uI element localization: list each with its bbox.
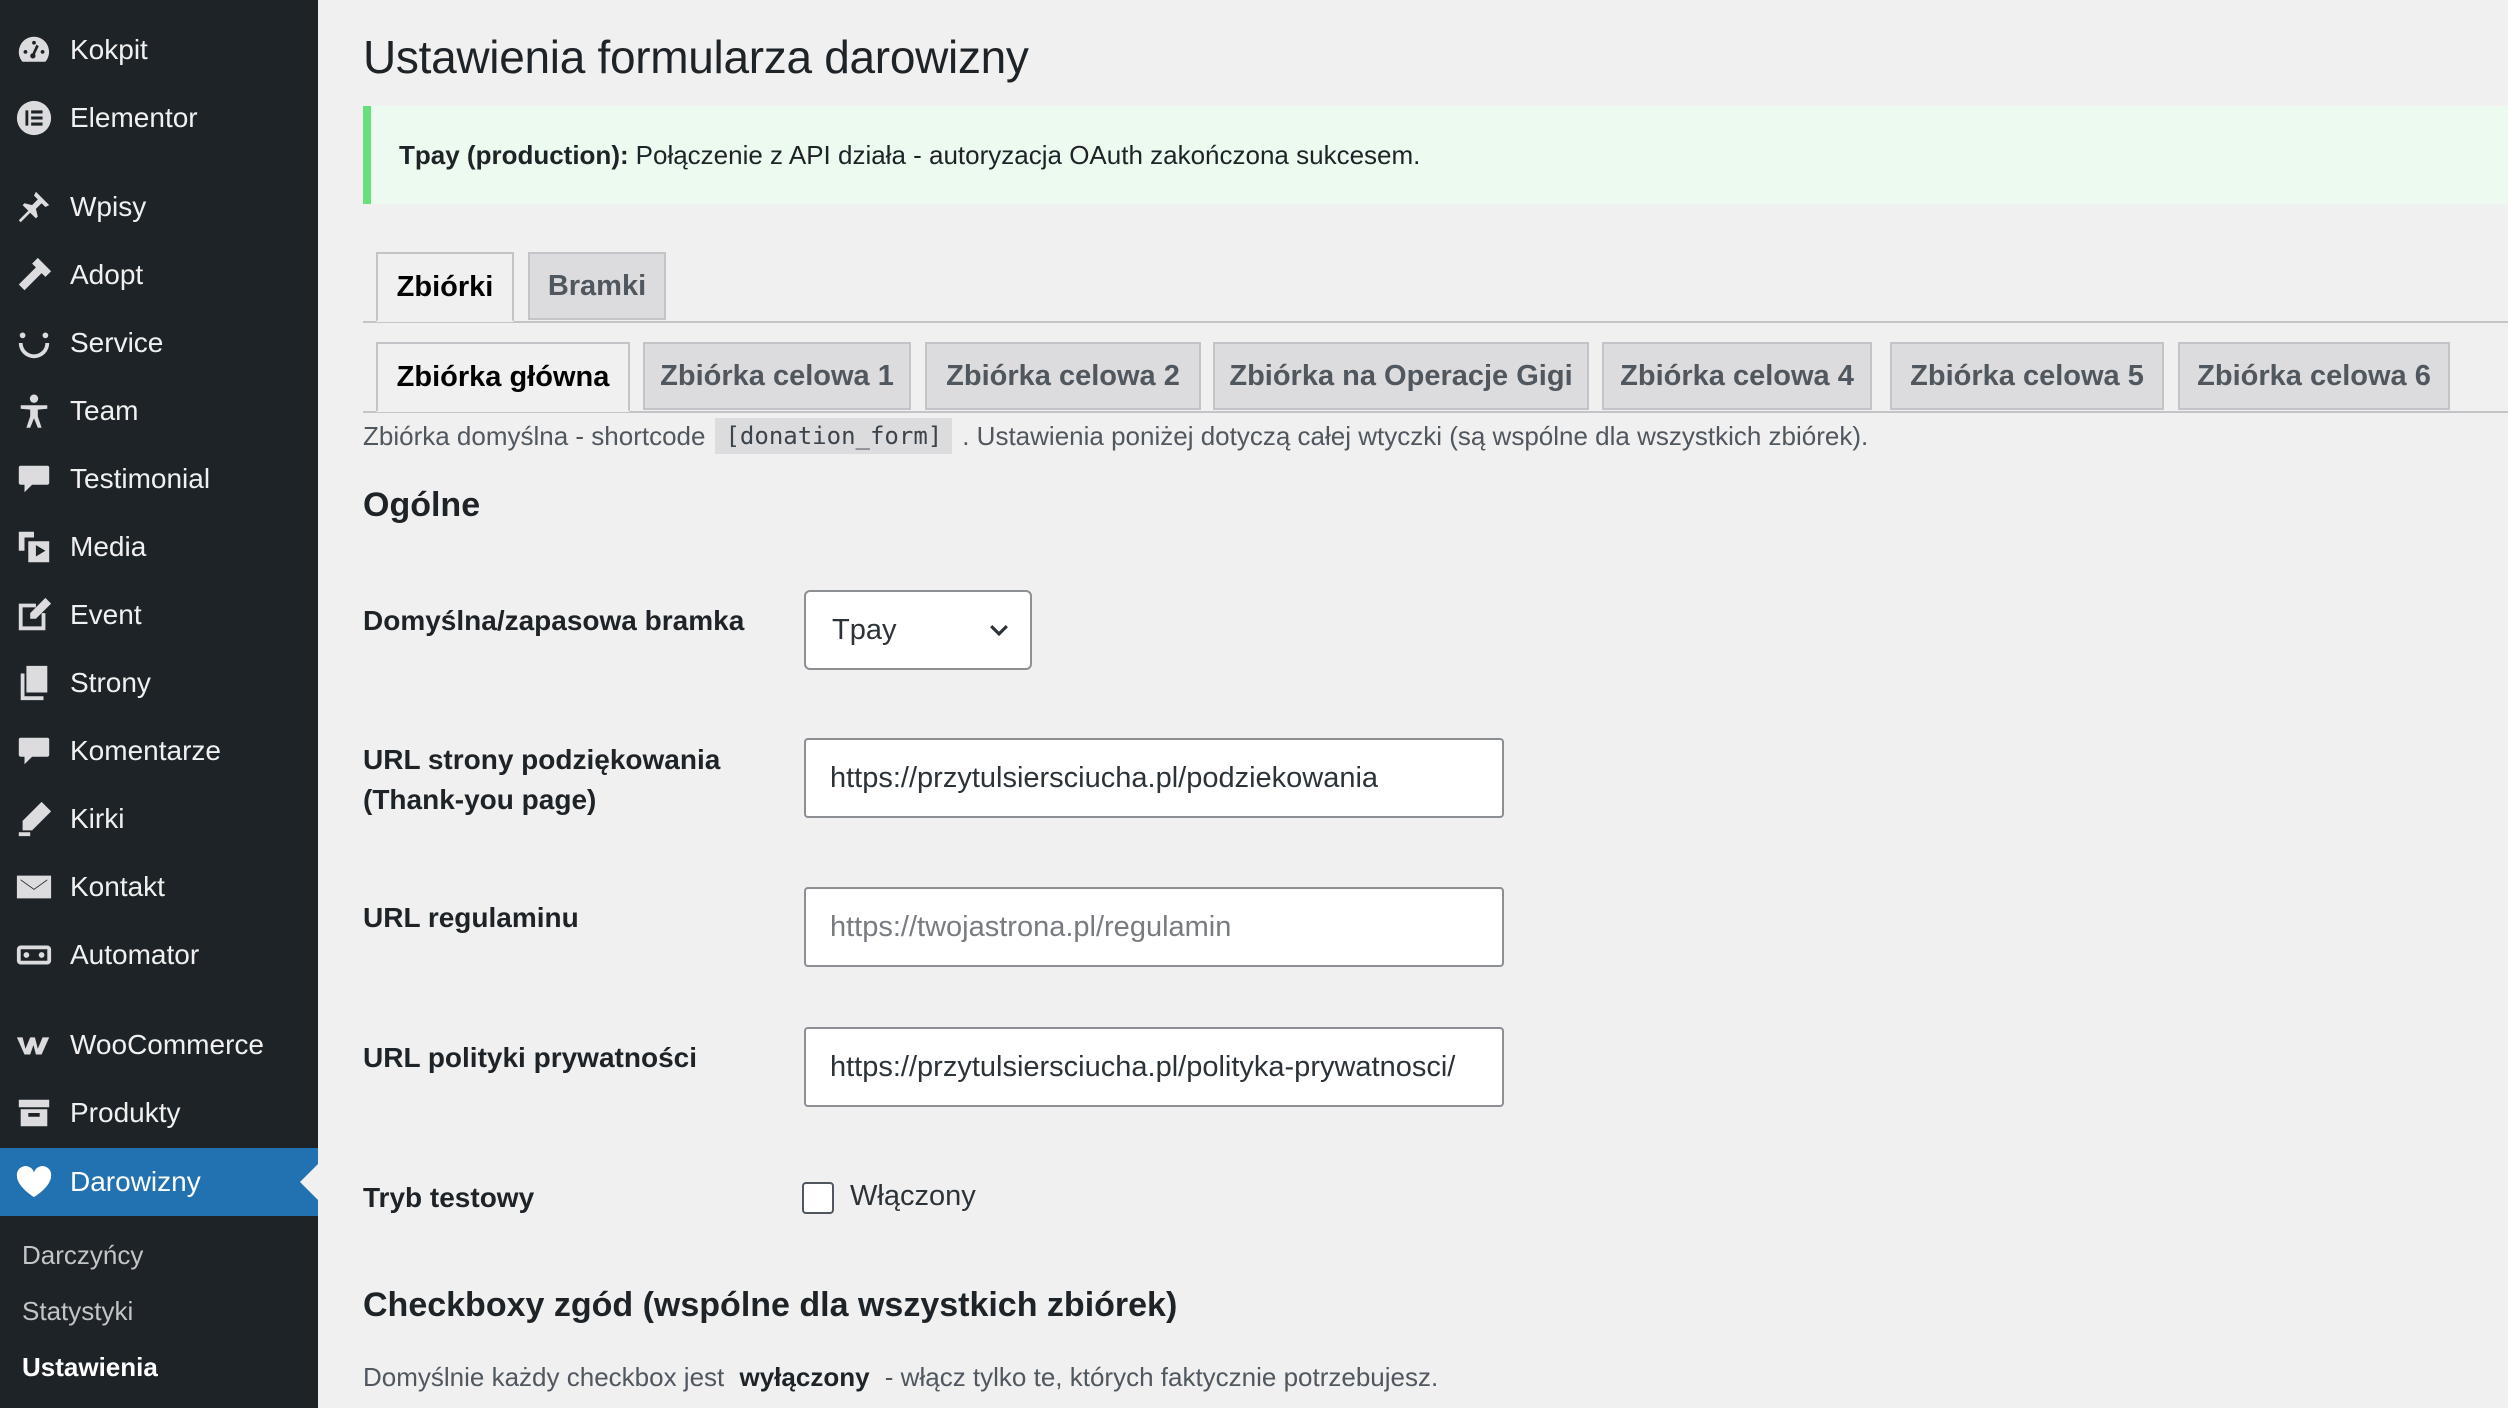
smile-icon [14, 323, 54, 363]
dashboard-icon [14, 30, 54, 70]
notice-gateway: Tpay (production): [399, 139, 629, 170]
consents-desc-before: Domyślnie każdy checkbox jest [363, 1362, 725, 1392]
tab-zbiorki[interactable]: Zbiórki [376, 252, 514, 322]
test-mode-checkbox-label[interactable]: Włączony [850, 1180, 976, 1213]
menu-item-media[interactable]: Media [0, 518, 318, 576]
menu-item-kirki[interactable]: Kirki [0, 790, 318, 848]
menu-item-wpisy[interactable]: Wpisy [0, 178, 318, 236]
menu-item-komentarze[interactable]: Komentarze [0, 722, 318, 780]
menu-item-strony[interactable]: Strony [0, 654, 318, 712]
menu-item-woocommerce[interactable]: WooCommerce [0, 1016, 318, 1074]
menu-item-service[interactable]: Service [0, 314, 318, 372]
menu-item-label: Team [70, 395, 139, 426]
menu-item-produkty[interactable]: Produkty [0, 1084, 318, 1142]
menu-item-kokpit[interactable]: Kokpit [0, 21, 318, 79]
tab-zbiorka-glowna[interactable]: Zbiórka główna [376, 342, 630, 412]
edit-icon [14, 595, 54, 635]
menu-item-label: Media [70, 531, 147, 562]
woocommerce-icon [14, 1025, 54, 1065]
submenu-item-ustawienia[interactable]: Ustawienia [22, 1352, 158, 1383]
menu-item-label: Event [70, 599, 142, 630]
test-mode-label: Tryb testowy [363, 1182, 535, 1213]
desc-after: . Ustawienia poniżej dotyczą całej wtycz… [962, 420, 1869, 451]
menu-item-label: Testimonial [70, 463, 211, 494]
collection-description: Zbiórka domyślna - shortcode [donation_f… [363, 418, 1868, 454]
kirki-icon [14, 799, 54, 839]
menu-item-label: WooCommerce [70, 1029, 264, 1060]
consents-description: Domyślnie każdy checkbox jest wyłączony … [363, 1362, 1446, 1393]
gateway-select-value: Tpay [832, 613, 897, 646]
menu-item-label: Kirki [70, 803, 125, 834]
main-content: Ustawienia formularza darowizny Tpay (pr… [318, 0, 2508, 1408]
menu-item-label: Kontakt [70, 871, 165, 902]
speech-bubble-icon [14, 459, 54, 499]
menu-item-label: Produkty [70, 1097, 181, 1128]
media-icon [14, 527, 54, 567]
menu-item-elementor[interactable]: Elementor [0, 89, 318, 147]
menu-item-label: Automator [70, 939, 200, 970]
tab-zbiorka-celowa-6[interactable]: Zbiórka celowa 6 [2178, 342, 2450, 410]
menu-item-label: Elementor [70, 102, 198, 133]
collection-tabs-border [363, 411, 2508, 413]
privacy-label: URL polityki prywatności [363, 1042, 697, 1073]
tab-zbiorka-celowa-5[interactable]: Zbiórka celowa 5 [1890, 342, 2164, 410]
elementor-icon [14, 98, 54, 138]
menu-item-label: Wpisy [70, 191, 147, 222]
tab-bramki[interactable]: Bramki [528, 252, 666, 320]
menu-item-label: Kokpit [70, 34, 148, 65]
heart-icon [14, 1162, 54, 1202]
section-heading-general: Ogólne [363, 486, 481, 524]
hammer-icon [14, 255, 54, 295]
page-title: Ustawienia formularza darowizny [363, 31, 1029, 83]
consents-desc-after: - włącz tylko te, których faktycznie pot… [884, 1362, 1439, 1392]
menu-item-testimonial[interactable]: Testimonial [0, 450, 318, 508]
chevron-down-icon [990, 624, 1008, 637]
menu-item-label: Darowizny [70, 1166, 201, 1197]
terms-label: URL regulaminu [363, 902, 579, 933]
desc-before: Zbiórka domyślna - shortcode [363, 420, 706, 451]
submenu-item-statystyki[interactable]: Statystyki [22, 1296, 133, 1327]
success-notice: Tpay (production): Połączenie z API dzia… [363, 106, 2508, 204]
menu-item-label: Service [70, 327, 164, 358]
menu-item-darowizny[interactable]: Darowizny [0, 1148, 318, 1216]
thankyou-label: URL strony podziękowania (Thank-you page… [363, 740, 720, 820]
tab-zbiorka-celowa-1[interactable]: Zbiórka celowa 1 [643, 342, 911, 410]
main-tabs-border [363, 321, 2508, 323]
tab-zbiorka-celowa-4[interactable]: Zbiórka celowa 4 [1602, 342, 1872, 410]
menu-item-adopt[interactable]: Adopt [0, 246, 318, 304]
tab-zbiorka-operacje-gigi[interactable]: Zbiórka na Operacje Gigi [1213, 342, 1589, 410]
menu-item-label: Strony [70, 667, 151, 698]
thankyou-label-line1: URL strony podziękowania [363, 744, 721, 775]
menu-item-team[interactable]: Team [0, 382, 318, 440]
mail-icon [14, 867, 54, 907]
robot-icon [14, 935, 54, 975]
test-mode-checkbox[interactable] [802, 1182, 834, 1214]
menu-item-label: Komentarze [70, 735, 221, 766]
thankyou-url-input[interactable] [804, 738, 1504, 818]
tab-zbiorka-celowa-2[interactable]: Zbiórka celowa 2 [925, 342, 1201, 410]
consents-desc-bold: wyłączony [739, 1362, 870, 1392]
privacy-url-input[interactable] [804, 1027, 1504, 1107]
person-icon [14, 391, 54, 431]
section-heading-consents: Checkboxy zgód (wspólne dla wszystkich z… [363, 1286, 1178, 1324]
terms-url-input[interactable] [804, 887, 1504, 967]
menu-item-automator[interactable]: Automator [0, 926, 318, 984]
menu-item-kontakt[interactable]: Kontakt [0, 858, 318, 916]
current-menu-arrow [300, 1164, 318, 1200]
thankyou-label-line2: (Thank-you page) [363, 784, 597, 815]
notice-message: Połączenie z API działa - autoryzacja OA… [635, 139, 1421, 170]
archive-icon [14, 1093, 54, 1133]
shortcode: [donation_form] [715, 418, 953, 454]
gateway-select[interactable]: Tpay [804, 590, 1032, 670]
pages-icon [14, 663, 54, 703]
admin-sidebar: Kokpit Elementor Wpisy Adopt Service Tea… [0, 0, 318, 1408]
submenu-item-darczyncy[interactable]: Darczyńcy [22, 1240, 143, 1271]
gateway-label: Domyślna/zapasowa bramka [363, 605, 745, 636]
pin-icon [14, 187, 54, 227]
menu-item-label: Adopt [70, 259, 144, 290]
comment-icon [14, 731, 54, 771]
menu-item-event[interactable]: Event [0, 586, 318, 644]
